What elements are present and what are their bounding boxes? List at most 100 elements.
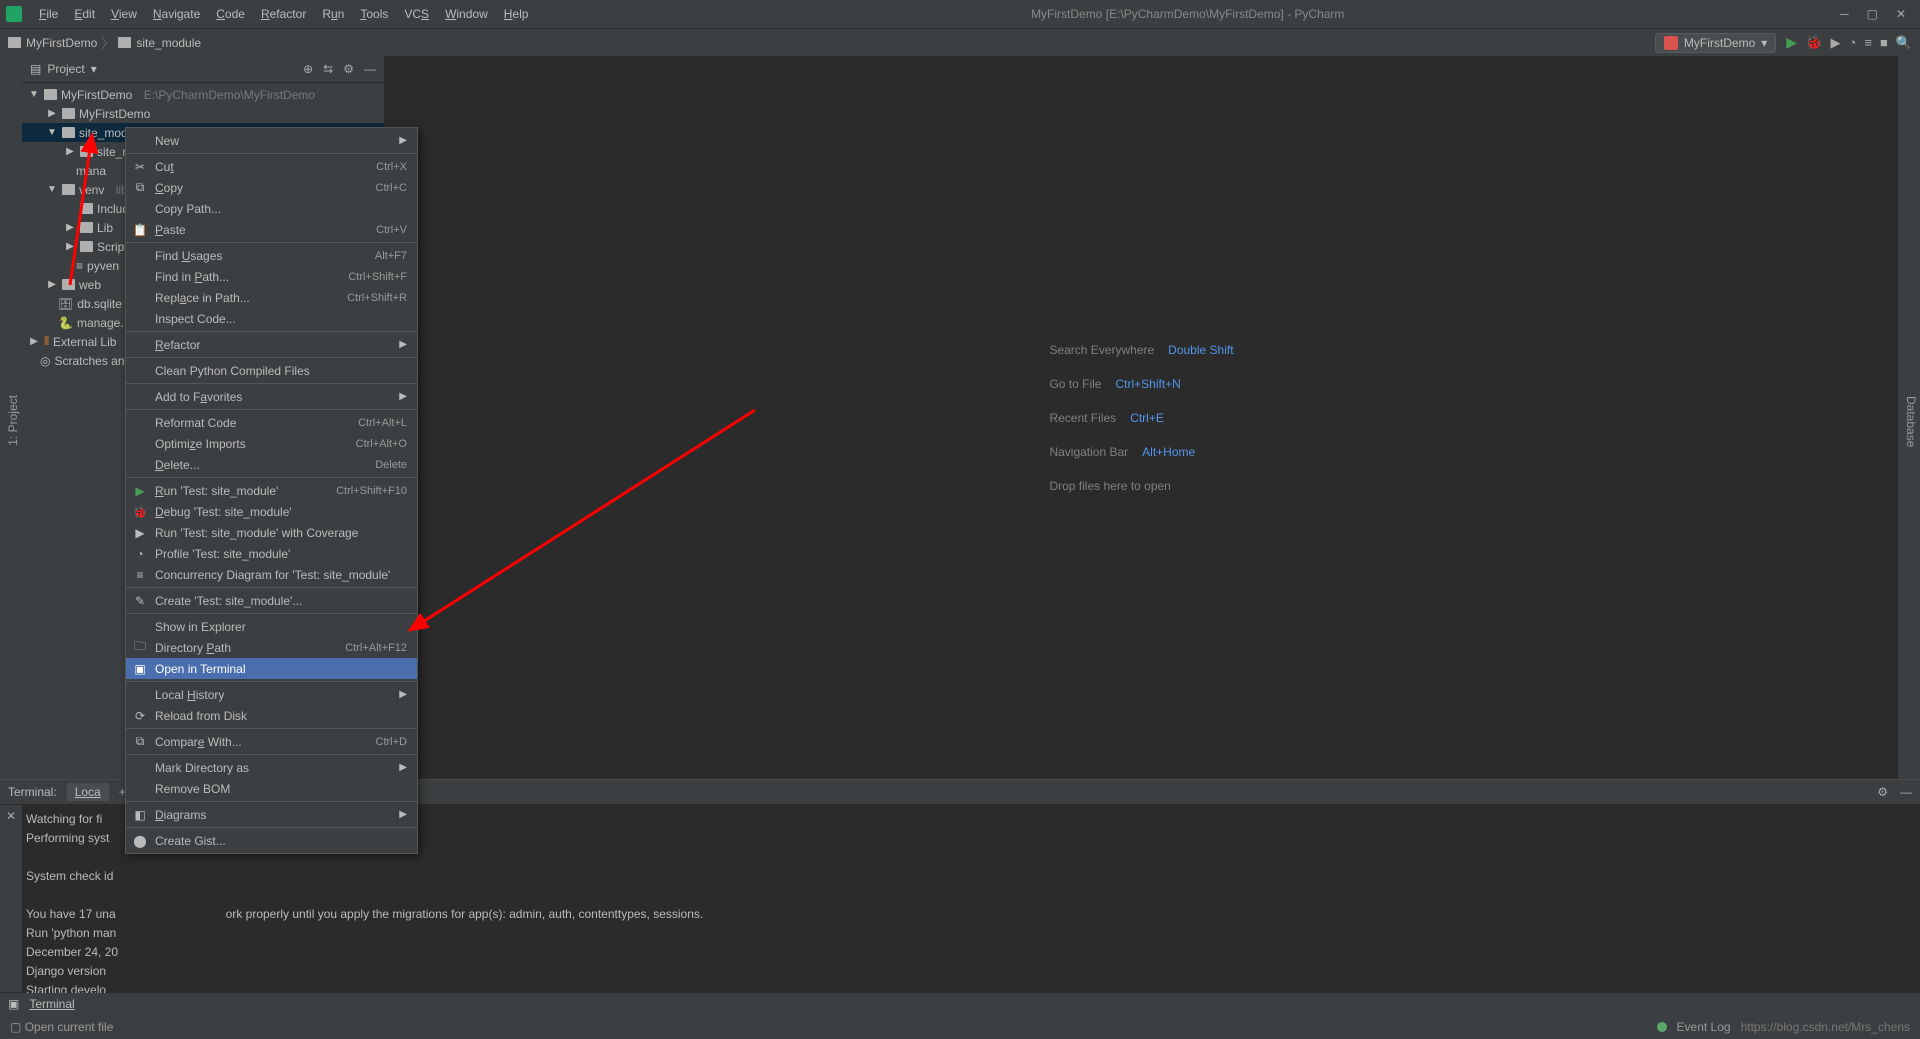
- editor-area[interactable]: Search EverywhereDouble Shift Go to File…: [385, 56, 1898, 779]
- cm-local-history[interactable]: Local History▶: [126, 684, 417, 705]
- tree-item[interactable]: web: [79, 278, 101, 292]
- debug-icon[interactable]: 🐞: [1805, 34, 1822, 51]
- search-icon[interactable]: 🔍: [1896, 35, 1912, 51]
- project-pane-title[interactable]: Project: [47, 62, 84, 76]
- profile-icon[interactable]: ◔: [1849, 35, 1857, 50]
- menu-code[interactable]: Code: [209, 5, 252, 23]
- maximize-icon[interactable]: ▢: [1867, 7, 1878, 21]
- cm-optimize[interactable]: Optimize ImportsCtrl+Alt+O: [126, 433, 417, 454]
- menu-vcs[interactable]: VCS: [397, 5, 436, 23]
- hide-icon[interactable]: —: [364, 62, 376, 76]
- cm-delete[interactable]: Delete...Delete: [126, 454, 417, 475]
- cm-concurrency[interactable]: ≡Concurrency Diagram for 'Test: site_mod…: [126, 564, 417, 585]
- cm-new[interactable]: New▶: [126, 130, 417, 151]
- cm-debug-test[interactable]: 🐞Debug 'Test: site_module': [126, 501, 417, 522]
- close-icon[interactable]: ✕: [1896, 7, 1906, 21]
- menu-edit[interactable]: Edit: [67, 5, 102, 23]
- tree-root[interactable]: MyFirstDemo: [61, 88, 132, 102]
- cm-favorites[interactable]: Add to Favorites▶: [126, 386, 417, 407]
- cm-diagrams[interactable]: ◧Diagrams▶: [126, 804, 417, 825]
- folder-icon: [80, 203, 93, 214]
- tree-item[interactable]: venv: [79, 183, 104, 197]
- chevron-right-icon: 〉: [101, 33, 114, 52]
- cm-run-test[interactable]: ▶Run 'Test: site_module'Ctrl+Shift+F10: [126, 480, 417, 501]
- cm-profile-test[interactable]: ◔Profile 'Test: site_module': [126, 543, 417, 564]
- cm-cut[interactable]: ✂CutCtrl+X: [126, 156, 417, 177]
- cm-inspect[interactable]: Inspect Code...: [126, 308, 417, 329]
- cm-coverage-test[interactable]: ▶Run 'Test: site_module' with Coverage: [126, 522, 417, 543]
- cut-icon: ✂: [132, 160, 148, 174]
- menu-file[interactable]: File: [32, 5, 65, 23]
- locate-icon[interactable]: ⊕: [303, 62, 313, 76]
- tree-item[interactable]: pyven: [87, 259, 119, 273]
- tree-item[interactable]: db.sqlite: [77, 297, 122, 311]
- tree-item[interactable]: site_r: [97, 145, 126, 159]
- hint-nav-key: Alt+Home: [1142, 445, 1195, 459]
- collapse-icon[interactable]: ⇆: [323, 62, 333, 76]
- cm-find-in-path[interactable]: Find in Path...Ctrl+Shift+F: [126, 266, 417, 287]
- cm-refactor[interactable]: Refactor▶: [126, 334, 417, 355]
- cm-find-usages[interactable]: Find UsagesAlt+F7: [126, 245, 417, 266]
- cm-open-terminal[interactable]: ▣Open in Terminal: [126, 658, 417, 679]
- cm-create-gist[interactable]: ⬤Create Gist...: [126, 830, 417, 851]
- project-pane-header: ▤ Project ▾ ⊕ ⇆ ⚙ —: [22, 56, 384, 83]
- cm-copy-path[interactable]: Copy Path...: [126, 198, 417, 219]
- status-icon[interactable]: ▢: [10, 1020, 21, 1034]
- status-text: Open current file: [25, 1020, 114, 1034]
- tab-favorites[interactable]: 2: Favorites: [0, 561, 4, 640]
- cm-dir-path[interactable]: 🗀Directory PathCtrl+Alt+F12: [126, 637, 417, 658]
- terminal-footer-tab[interactable]: Terminal: [29, 997, 74, 1011]
- run-configuration-selector[interactable]: MyFirstDemo ▾: [1655, 33, 1776, 53]
- run-icon[interactable]: ▶: [1786, 34, 1797, 51]
- tree-item[interactable]: manage.: [77, 316, 124, 330]
- cm-remove-bom[interactable]: Remove BOM: [126, 778, 417, 799]
- context-menu: New▶ ✂CutCtrl+X ⧉CopyCtrl+C Copy Path...…: [125, 127, 418, 854]
- menu-refactor[interactable]: Refactor: [254, 5, 313, 23]
- cm-reload-disk[interactable]: ⟳Reload from Disk: [126, 705, 417, 726]
- hide-icon[interactable]: —: [1900, 785, 1912, 799]
- copy-icon: ⧉: [132, 180, 148, 195]
- cm-compare[interactable]: ⧉Compare With...Ctrl+D: [126, 731, 417, 752]
- event-log-button[interactable]: Event Log: [1677, 1020, 1731, 1034]
- menu-run[interactable]: Run: [315, 5, 351, 23]
- menu-view[interactable]: View: [104, 5, 144, 23]
- right-tool-gutter: Database SciView: [1898, 56, 1920, 779]
- menu-window[interactable]: Window: [438, 5, 495, 23]
- stop-icon[interactable]: ■: [1880, 35, 1888, 50]
- tree-item-external[interactable]: External Lib: [53, 335, 116, 349]
- tree-item[interactable]: mana: [76, 164, 106, 178]
- menu-tools[interactable]: Tools: [353, 5, 395, 23]
- coverage-icon[interactable]: ▶: [1831, 35, 1841, 51]
- tab-project[interactable]: 1: Project: [4, 387, 22, 454]
- folder-icon: [118, 37, 131, 48]
- cm-reformat[interactable]: Reformat CodeCtrl+Alt+L: [126, 412, 417, 433]
- cm-replace-in-path[interactable]: Replace in Path...Ctrl+Shift+R: [126, 287, 417, 308]
- cm-show-explorer[interactable]: Show in Explorer: [126, 616, 417, 637]
- breadcrumb-root-label: MyFirstDemo: [26, 36, 97, 50]
- window-controls: ─ ▢ ✕: [1840, 7, 1906, 21]
- tree-item-scratches[interactable]: Scratches an: [54, 354, 124, 368]
- hint-search-key: Double Shift: [1168, 343, 1233, 357]
- cm-mark-dir[interactable]: Mark Directory as▶: [126, 757, 417, 778]
- cm-clean-pyc[interactable]: Clean Python Compiled Files: [126, 360, 417, 381]
- cm-copy[interactable]: ⧉CopyCtrl+C: [126, 177, 417, 198]
- close-icon[interactable]: ✕: [6, 809, 16, 823]
- tab-database[interactable]: Database: [1902, 388, 1920, 455]
- minimize-icon[interactable]: ─: [1840, 7, 1849, 21]
- breadcrumb-child[interactable]: site_module: [118, 36, 201, 50]
- terminal-tab-local[interactable]: Loca: [67, 783, 109, 801]
- hint-search: Search Everywhere: [1049, 343, 1154, 357]
- menu-navigate[interactable]: Navigate: [146, 5, 207, 23]
- chevron-down-icon[interactable]: ▾: [91, 62, 97, 76]
- concurrency-icon[interactable]: ≡: [1864, 35, 1872, 50]
- terminal-side-icons: ✕: [0, 805, 22, 992]
- breadcrumb-root[interactable]: MyFirstDemo: [8, 36, 97, 50]
- menu-help[interactable]: Help: [497, 5, 536, 23]
- tree-item[interactable]: MyFirstDemo: [79, 107, 150, 121]
- gear-icon[interactable]: ⚙: [343, 62, 354, 76]
- coverage-icon: ▶: [132, 526, 148, 540]
- gear-icon[interactable]: ⚙: [1877, 785, 1888, 799]
- cm-create-test[interactable]: ✎Create 'Test: site_module'...: [126, 590, 417, 611]
- tree-item[interactable]: Lib: [97, 221, 113, 235]
- cm-paste[interactable]: 📋PasteCtrl+V: [126, 219, 417, 240]
